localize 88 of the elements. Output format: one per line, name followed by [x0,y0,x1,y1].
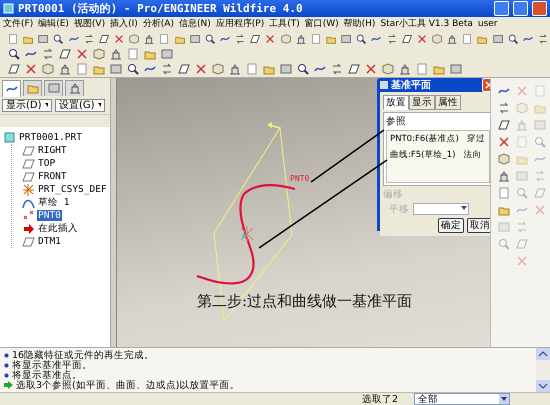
splitter[interactable] [110,78,117,347]
scroll-up-icon[interactable] [536,348,550,360]
bullet-icon [4,372,9,378]
tree-item[interactable]: TOP [37,158,56,169]
filter-dropdown[interactable]: 全部 [414,393,510,405]
offset-dropdown[interactable] [413,203,469,216]
dialog-tab[interactable]: 显示 [409,94,435,110]
tree-item[interactable]: PRT_CSYS_DEF [37,184,108,195]
maximize-button[interactable] [513,0,528,16]
tree-item[interactable]: PRT0001.PRT [18,132,83,143]
reference-constraint: 穿过 [466,132,485,145]
menu-item[interactable]: 窗口(W) [304,17,339,30]
menu-item[interactable]: 插入(I) [110,17,138,30]
dialog-button[interactable]: 确定 [438,218,464,233]
bullet-icon [4,362,9,368]
message-text: 将显示基准平面。 [12,360,92,370]
dropdown-button[interactable]: 设置(G) [55,98,105,112]
toolbar-icon[interactable] [51,32,66,46]
toolbar-icon[interactable] [125,62,141,76]
tree-item[interactable]: RIGHT [37,144,68,156]
menu-item[interactable]: 信息(N) [178,17,211,30]
toolbar-icon[interactable] [6,46,22,61]
tool-icon[interactable] [497,134,511,149]
plane-icon [22,170,35,183]
plane-icon [22,144,35,157]
menu-item[interactable]: 工具(T) [269,17,300,30]
dialog-icon [380,80,388,89]
caret-icon [499,394,509,404]
tree-item[interactable]: 在此插入 [37,222,79,235]
tool-icon[interactable] [497,152,511,166]
menu-item[interactable]: user [478,18,498,29]
scroll-down-icon[interactable] [536,380,550,392]
part-icon [3,130,16,144]
message-text: 选取3个参照(如平面、曲面、边或点)以放置平面。 [16,380,240,392]
direction-arrow [267,122,280,129]
caret-icon [98,103,101,108]
toolbar-icon[interactable] [57,46,73,61]
plane-icon [22,234,35,248]
menu-item[interactable]: 应用程序(P) [216,17,264,30]
toolbar-icon[interactable] [57,62,73,76]
menu-item[interactable]: 文件(F) [3,17,34,30]
window-title: PRT0001 (活动的) - Pro/ENGINEER Wildfire 4.0 [18,0,304,16]
tree-item[interactable]: PNT0 [37,210,62,221]
coordinate-system-icon [240,225,254,242]
section-label: 参照 [386,114,407,128]
menu-item[interactable]: 编辑(E) [38,17,69,30]
plane-icon [22,156,35,170]
toolbar-icon[interactable] [397,62,413,76]
dialog-tab[interactable]: 放置 [383,94,409,110]
tool-icon[interactable] [497,100,511,115]
minimize-button[interactable] [494,0,509,16]
menu-item[interactable]: 帮助(H) [344,17,376,30]
dialog-button[interactable]: 取消 [467,218,490,233]
reference-name: 曲线:F5(草绘_1) [390,148,456,161]
dialog-tab[interactable]: 属性 [435,94,461,110]
bullet-icon [4,352,9,358]
toolbar-icon[interactable] [295,62,311,76]
insert-icon [22,222,35,235]
toolbar-icon[interactable] [354,32,368,46]
menu-item[interactable]: 视图(V) [74,17,106,30]
caret-icon [460,204,468,212]
section-label: 偏移 [383,188,404,201]
caret-icon [44,103,48,108]
dropdown-button[interactable]: 显示(D) [2,98,52,112]
reference-name: PNT0:F6(基准点) [390,132,459,145]
menu-item[interactable]: Star小工具 V1.3 Beta [380,17,473,30]
close-button[interactable] [532,0,547,16]
app-icon [3,2,14,14]
message-text: 将显示基准点。 [12,370,82,380]
field-label: 平移 [389,202,409,216]
dialog-title: 基准平面 [391,78,432,92]
arrow-icon [4,381,13,389]
csys-icon [22,182,35,196]
tool-icon[interactable] [497,118,511,132]
point-label: PNT0 [290,174,310,183]
tree-item[interactable]: FRONT [37,170,68,182]
message-text: 16隐藏特征或元件的再生完成。 [12,348,154,360]
point-icon [22,208,35,222]
tree-item[interactable]: 草绘 1 [37,196,70,209]
tree-item[interactable]: DTM1 [37,236,62,247]
tool-icon[interactable] [497,168,511,183]
selection-count: 选取了2 [362,392,400,405]
reference-constraint: 法向 [463,148,482,161]
caption-text: 第二步:过点和曲线做一基准平面 [197,292,412,311]
toolbar-icon[interactable] [227,62,243,76]
menu-item[interactable]: 分析(A) [142,17,174,30]
toolbar-icon[interactable] [108,46,124,61]
references-list[interactable]: PNT0:F6(基准点) 穿过 曲线:F5(草绘_1) 法向 [386,130,490,183]
